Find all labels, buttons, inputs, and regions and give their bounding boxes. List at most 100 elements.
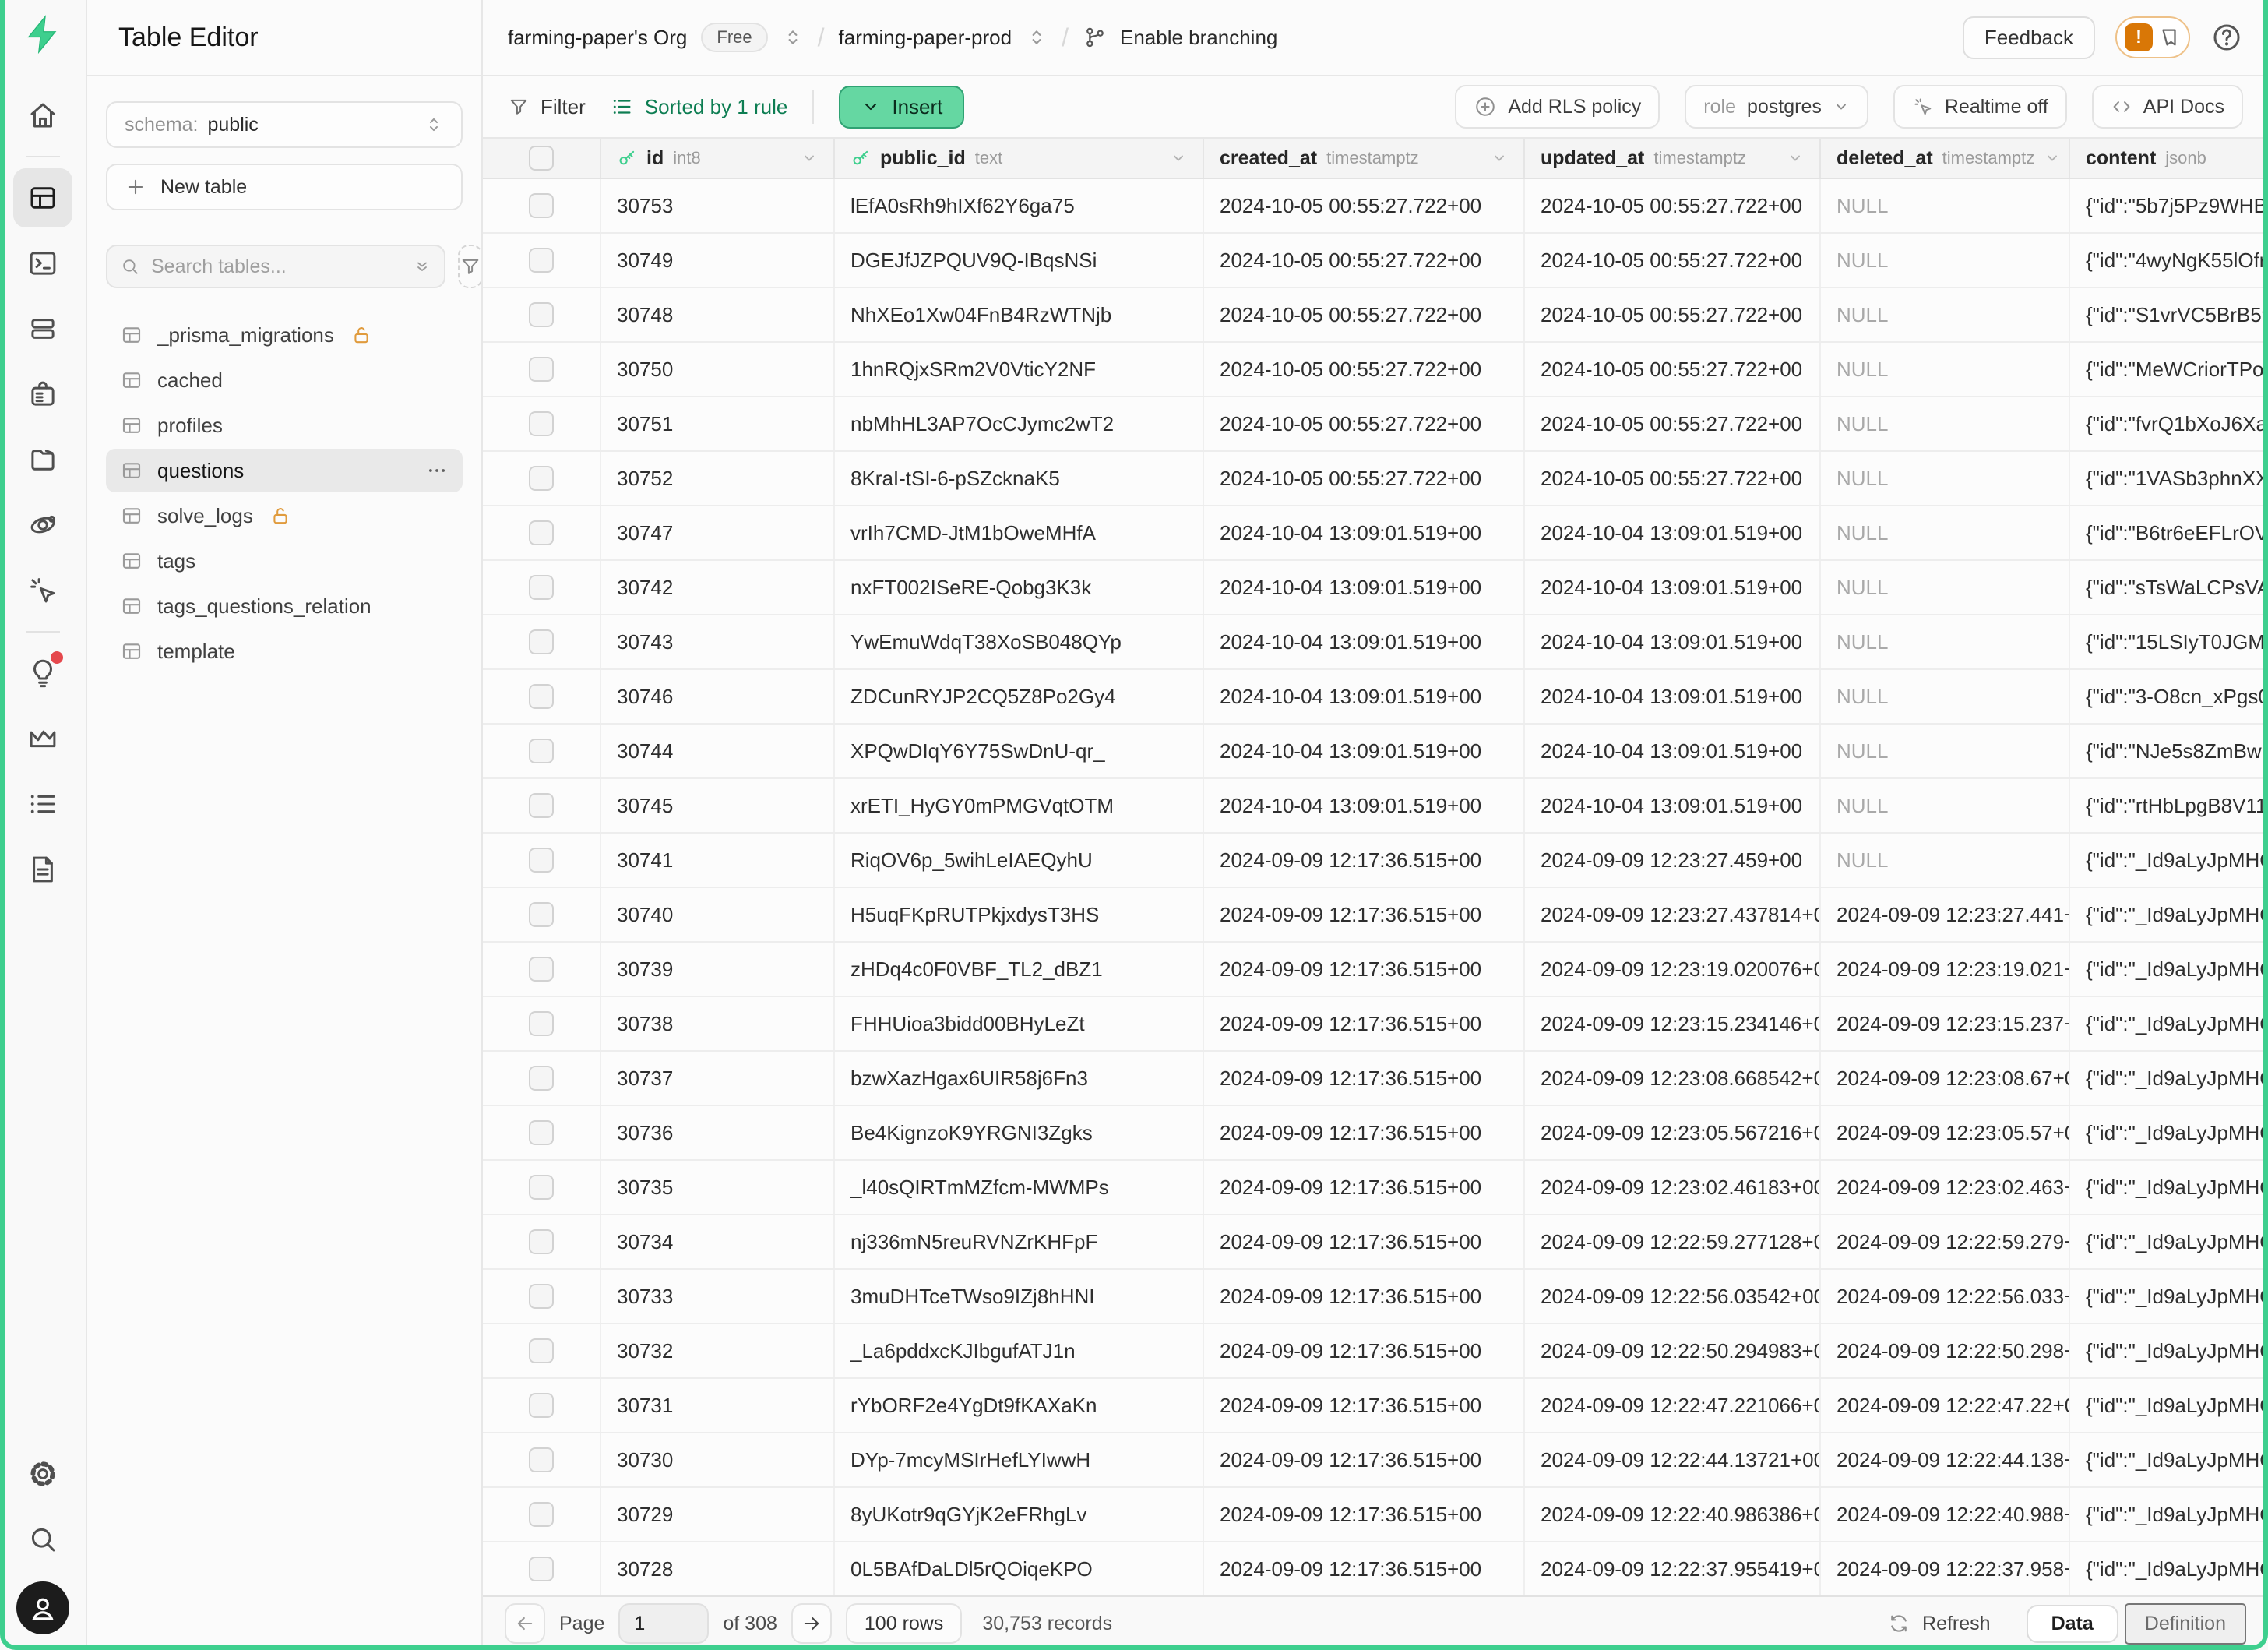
cell-deleted-at[interactable]: NULL	[1821, 834, 2070, 887]
cell-deleted-at[interactable]: 2024-09-09 12:22:44.138+00	[1821, 1433, 2070, 1486]
row-checkbox[interactable]	[529, 1011, 554, 1036]
cell-public-id[interactable]: 1hnRQjxSRm2V0VticY2NF	[835, 343, 1204, 396]
table-row[interactable]: 30751 nbMhHL3AP7OcCJymc2wT2 2024-10-05 0…	[483, 397, 2268, 452]
schema-select[interactable]: schema: public	[106, 101, 463, 148]
chevron-down-icon[interactable]	[801, 150, 818, 167]
cell-content[interactable]: {"id":"1VASb3phnXXkQPCpv	[2070, 452, 2268, 505]
cell-updated-at[interactable]: 2024-10-05 00:55:27.722+00	[1525, 343, 1821, 396]
table-list-item[interactable]: solve_logs	[106, 494, 463, 538]
chevron-down-icon[interactable]	[1170, 150, 1187, 167]
cell-created-at[interactable]: 2024-10-04 13:09:01.519+00	[1204, 670, 1525, 723]
table-row[interactable]: 30744 XPQwDIqY6Y75SwDnU-qr_ 2024-10-04 1…	[483, 725, 2268, 779]
cell-content[interactable]: {"id":"_Id9aLyJpMHQLaiQC	[2070, 997, 2268, 1050]
table-row[interactable]: 30745 xrETI_HyGY0mPMGVqtOTM 2024-10-04 1…	[483, 779, 2268, 834]
cell-id[interactable]: 30739	[601, 943, 835, 996]
row-checkbox[interactable]	[529, 902, 554, 927]
row-checkbox[interactable]	[529, 1120, 554, 1145]
nav-logs[interactable]	[13, 774, 72, 834]
prev-page-button[interactable]	[505, 1603, 545, 1644]
nav-home[interactable]	[13, 86, 72, 145]
table-row[interactable]: 30753 lEfA0sRh9hIXf62Y6ga75 2024-10-05 0…	[483, 179, 2268, 234]
org-name[interactable]: farming-paper's Org	[508, 26, 687, 50]
cell-content[interactable]: {"id":"_Id9aLyJpMHQLaiQC	[2070, 1270, 2268, 1323]
table-row[interactable]: 30731 rYbORF2e4YgDt9fKAXaKn 2024-09-09 1…	[483, 1379, 2268, 1433]
row-checkbox[interactable]	[529, 1393, 554, 1418]
cell-deleted-at[interactable]: 2024-09-09 12:23:08.67+00	[1821, 1052, 2070, 1105]
chevron-down-icon[interactable]	[1491, 150, 1508, 167]
cell-public-id[interactable]: YwEmuWdqT38XoSB048QYp	[835, 615, 1204, 668]
cell-created-at[interactable]: 2024-09-09 12:17:36.515+00	[1204, 834, 1525, 887]
row-checkbox[interactable]	[529, 1502, 554, 1527]
cell-content[interactable]: {"id":"fvrQ1bXoJ6XaAD08G	[2070, 397, 2268, 450]
cell-created-at[interactable]: 2024-10-05 00:55:27.722+00	[1204, 288, 1525, 341]
table-list-item[interactable]: template	[106, 629, 463, 673]
cell-created-at[interactable]: 2024-09-09 12:17:36.515+00	[1204, 1433, 1525, 1486]
nav-edge-functions[interactable]	[13, 561, 72, 620]
cell-public-id[interactable]: xrETI_HyGY0mPMGVqtOTM	[835, 779, 1204, 832]
cell-content[interactable]: {"id":"5b7j5Pz9WHBNmY_A	[2070, 179, 2268, 232]
cell-public-id[interactable]: vrIh7CMD-JtM1bOweMHfA	[835, 506, 1204, 559]
table-row[interactable]: 30747 vrIh7CMD-JtM1bOweMHfA 2024-10-04 1…	[483, 506, 2268, 561]
cell-updated-at[interactable]: 2024-10-05 00:55:27.722+00	[1525, 179, 1821, 232]
row-checkbox[interactable]	[529, 848, 554, 873]
cell-deleted-at[interactable]: 2024-09-09 12:23:27.441+00	[1821, 888, 2070, 941]
cell-id[interactable]: 30742	[601, 561, 835, 614]
cell-updated-at[interactable]: 2024-10-04 13:09:01.519+00	[1525, 561, 1821, 614]
cell-created-at[interactable]: 2024-10-04 13:09:01.519+00	[1204, 506, 1525, 559]
cell-deleted-at[interactable]: NULL	[1821, 615, 2070, 668]
cell-updated-at[interactable]: 2024-09-09 12:23:27.437814+00	[1525, 888, 1821, 941]
nav-database[interactable]	[13, 299, 72, 358]
cell-created-at[interactable]: 2024-09-09 12:17:36.515+00	[1204, 1379, 1525, 1432]
cell-created-at[interactable]: 2024-10-04 13:09:01.519+00	[1204, 779, 1525, 832]
cell-created-at[interactable]: 2024-10-04 13:09:01.519+00	[1204, 561, 1525, 614]
cell-content[interactable]: {"id":"sTsWaLCPsVA2WuK2	[2070, 561, 2268, 614]
cell-content[interactable]: {"id":"MeWCriorTPopA4Kc9	[2070, 343, 2268, 396]
cell-created-at[interactable]: 2024-09-09 12:17:36.515+00	[1204, 888, 1525, 941]
cell-id[interactable]: 30743	[601, 615, 835, 668]
cell-content[interactable]: {"id":"_Id9aLyJpMHQLaiQC	[2070, 1324, 2268, 1377]
cell-public-id[interactable]: nbMhHL3AP7OcCJymc2wT2	[835, 397, 1204, 450]
cell-updated-at[interactable]: 2024-09-09 12:22:44.13721+00	[1525, 1433, 1821, 1486]
cell-updated-at[interactable]: 2024-09-09 12:22:59.277128+00	[1525, 1215, 1821, 1268]
cell-deleted-at[interactable]: 2024-09-09 12:22:40.988+00	[1821, 1488, 2070, 1541]
table-row[interactable]: 30749 DGEJfJZPQUV9Q-IBqsNSi 2024-10-05 0…	[483, 234, 2268, 288]
row-checkbox[interactable]	[529, 520, 554, 545]
cell-updated-at[interactable]: 2024-09-09 12:23:19.020076+00	[1525, 943, 1821, 996]
cell-public-id[interactable]: NhXEo1Xw04FnB4RzWTNjb	[835, 288, 1204, 341]
cell-deleted-at[interactable]: NULL	[1821, 452, 2070, 505]
cell-id[interactable]: 30736	[601, 1106, 835, 1159]
chevron-down-icon[interactable]	[1787, 150, 1804, 167]
sidebar-filter-button[interactable]	[458, 245, 481, 288]
cell-deleted-at[interactable]: NULL	[1821, 779, 2070, 832]
cell-content[interactable]: {"id":"_Id9aLyJpMHQLaiQC	[2070, 1161, 2268, 1214]
table-row[interactable]: 30733 3muDHTceTWso9IZj8hHNI 2024-09-09 1…	[483, 1270, 2268, 1324]
cell-public-id[interactable]: _l40sQIRTmMZfcm-MWMPs	[835, 1161, 1204, 1214]
cell-content[interactable]: {"id":"S1vrVC5BrB59wqcM4	[2070, 288, 2268, 341]
api-docs-button[interactable]: API Docs	[2092, 85, 2243, 129]
row-checkbox[interactable]	[529, 1338, 554, 1363]
row-checkbox[interactable]	[529, 739, 554, 763]
cell-id[interactable]: 30732	[601, 1324, 835, 1377]
cell-created-at[interactable]: 2024-09-09 12:17:36.515+00	[1204, 1270, 1525, 1323]
cell-deleted-at[interactable]: NULL	[1821, 288, 2070, 341]
table-row[interactable]: 30728 0L5BAfDaLDl5rQOiqeKPO 2024-09-09 1…	[483, 1542, 2268, 1595]
nav-table-editor[interactable]	[13, 168, 72, 227]
cell-id[interactable]: 30753	[601, 179, 835, 232]
row-checkbox[interactable]	[529, 1557, 554, 1581]
cell-updated-at[interactable]: 2024-09-09 12:22:47.221066+00	[1525, 1379, 1821, 1432]
cell-updated-at[interactable]: 2024-10-04 13:09:01.519+00	[1525, 725, 1821, 777]
table-row[interactable]: 30730 DYp-7mcyMSIrHefLYIwwH 2024-09-09 1…	[483, 1433, 2268, 1488]
cell-deleted-at[interactable]: 2024-09-09 12:23:19.021+00	[1821, 943, 2070, 996]
cell-id[interactable]: 30741	[601, 834, 835, 887]
cell-updated-at[interactable]: 2024-10-04 13:09:01.519+00	[1525, 615, 1821, 668]
column-header[interactable]: deleted_at timestamptz	[1821, 139, 2070, 178]
table-row[interactable]: 30735 _l40sQIRTmMZfcm-MWMPs 2024-09-09 1…	[483, 1161, 2268, 1215]
cell-updated-at[interactable]: 2024-10-05 00:55:27.722+00	[1525, 288, 1821, 341]
cell-created-at[interactable]: 2024-09-09 12:17:36.515+00	[1204, 943, 1525, 996]
cell-public-id[interactable]: ZDCunRYJP2CQ5Z8Po2Gy4	[835, 670, 1204, 723]
cell-updated-at[interactable]: 2024-10-04 13:09:01.519+00	[1525, 670, 1821, 723]
cell-created-at[interactable]: 2024-10-05 00:55:27.722+00	[1204, 234, 1525, 287]
chevron-down-icon[interactable]	[2044, 150, 2061, 167]
cell-created-at[interactable]: 2024-10-05 00:55:27.722+00	[1204, 397, 1525, 450]
cell-deleted-at[interactable]: NULL	[1821, 725, 2070, 777]
